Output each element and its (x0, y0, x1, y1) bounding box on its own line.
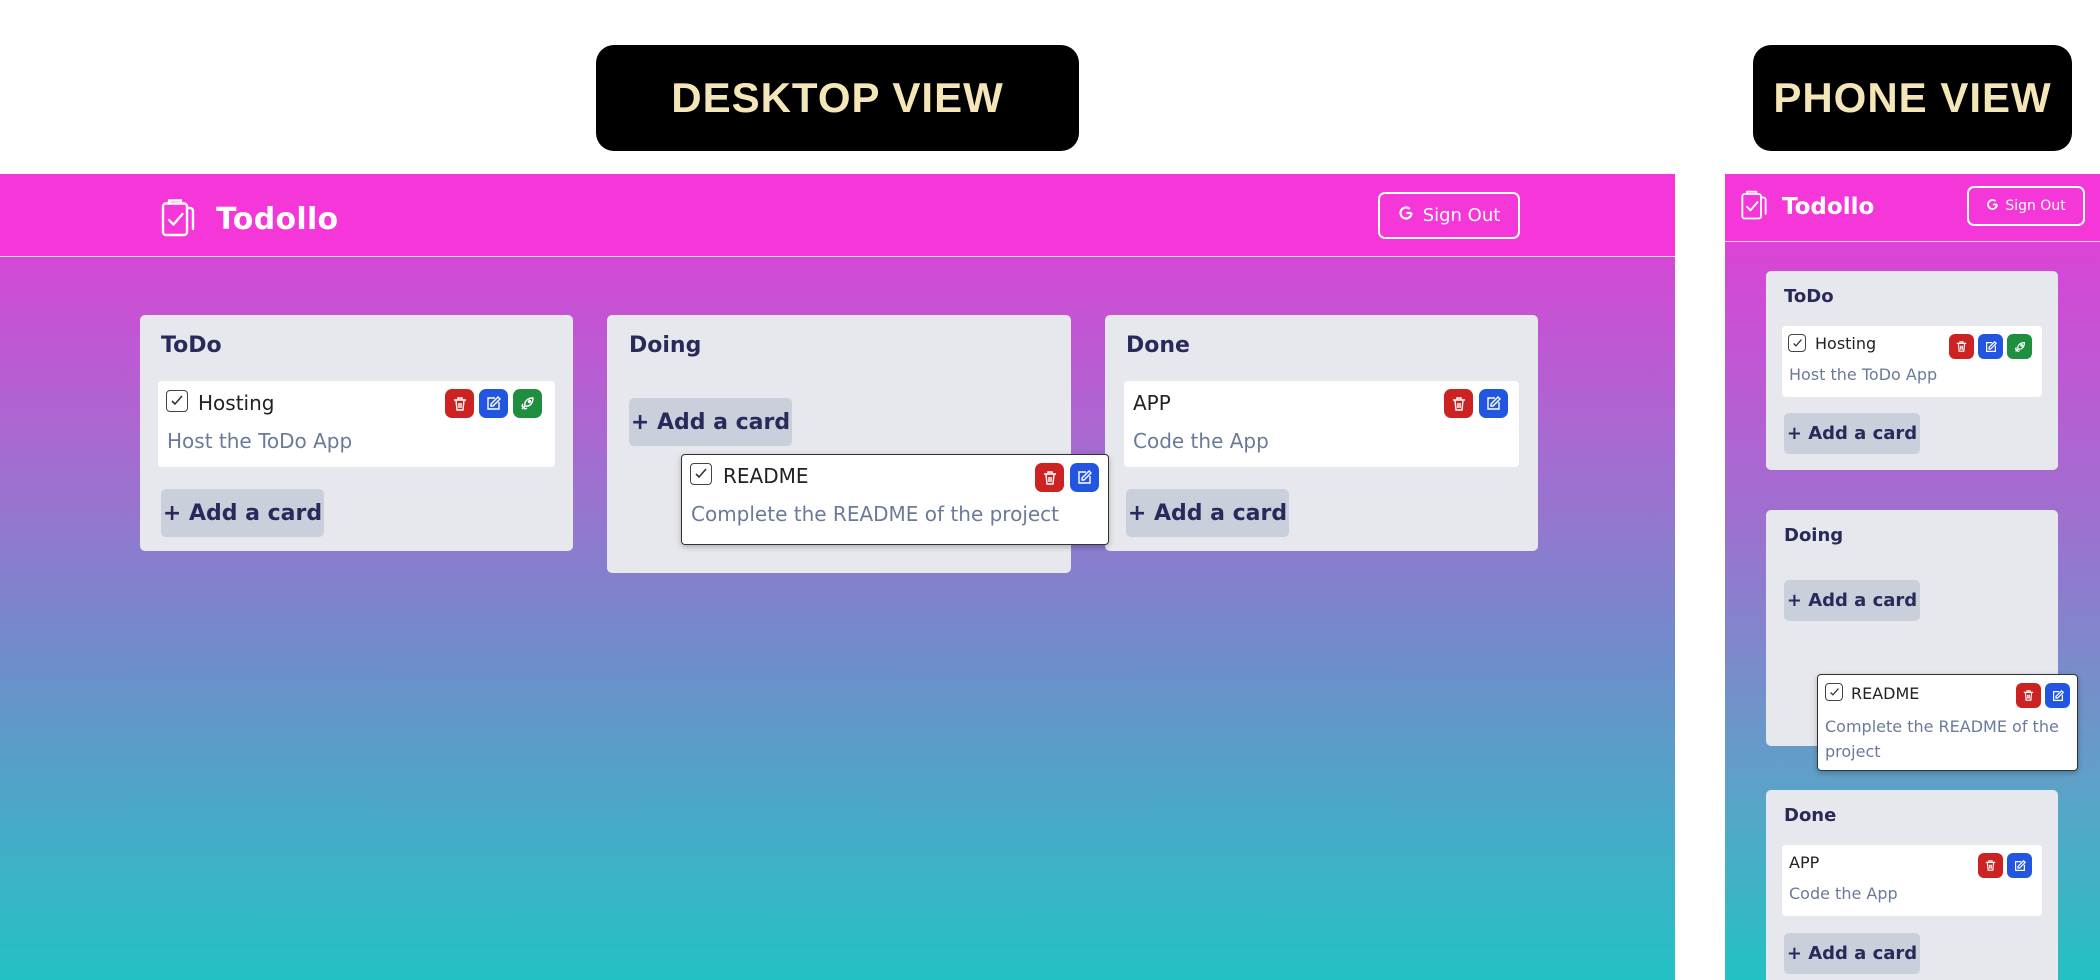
rocket-icon (2014, 341, 2025, 352)
sign-out-label: Sign Out (2005, 198, 2066, 214)
card-description: Complete the README of the project (1825, 717, 2059, 761)
delete-button[interactable] (1978, 853, 2003, 878)
column-title: ToDo (1784, 286, 1834, 307)
desktop-screen: Todollo Sign Out ToDo Hosting Host the T… (0, 174, 1675, 980)
add-card-button[interactable]: + Add a card (161, 489, 324, 537)
google-icon (1398, 205, 1414, 226)
edit-button[interactable] (2045, 683, 2070, 708)
trash-icon (1452, 396, 1465, 411)
google-icon (1986, 198, 1999, 215)
add-card-button[interactable]: + Add a card (1784, 933, 1920, 974)
task-card[interactable]: APP Code the App (1782, 845, 2042, 916)
dragging-task-card[interactable]: README Complete the README of the projec… (1817, 674, 2078, 771)
card-description: Complete the README of the project (691, 502, 1060, 526)
edit-icon (2052, 689, 2064, 701)
showcase: DESKTOP VIEW PHONE VIEW Todollo Sign Out… (0, 0, 2100, 980)
trash-icon (2023, 690, 2034, 701)
add-card-button[interactable]: + Add a card (629, 398, 792, 446)
checkbox-icon[interactable] (166, 390, 188, 412)
checkbox-icon[interactable] (1825, 683, 1843, 701)
clipboard-check-icon (160, 196, 196, 242)
trash-icon (1043, 470, 1056, 485)
column-todo: ToDo Hosting Host the ToDo App + Add a c… (140, 315, 573, 551)
phone-view-label: PHONE VIEW (1753, 45, 2072, 151)
column-title: ToDo (161, 333, 222, 358)
card-title: Hosting (1815, 334, 1877, 353)
column-todo: ToDo Hosting Host the ToDo App + Add a c… (1766, 271, 2058, 470)
delete-button[interactable] (445, 389, 474, 418)
edit-button[interactable] (1070, 463, 1099, 492)
add-card-button[interactable]: + Add a card (1784, 580, 1920, 621)
checkbox-icon[interactable] (690, 463, 712, 485)
sign-out-button[interactable]: Sign Out (1967, 186, 2085, 226)
edit-icon (1985, 340, 1997, 352)
card-description: Code the App (1789, 884, 1898, 903)
card-description: Code the App (1133, 429, 1269, 453)
clipboard-check-icon (1740, 188, 1768, 225)
navbar: Todollo Sign Out (1725, 174, 2100, 242)
card-title: README (1851, 684, 1920, 703)
card-title: APP (1789, 853, 1820, 872)
card-title: README (723, 464, 809, 488)
sign-out-label: Sign Out (1422, 205, 1501, 226)
task-card[interactable]: Hosting Host the ToDo App (158, 381, 555, 467)
deploy-button[interactable] (513, 389, 542, 418)
edit-button[interactable] (479, 389, 508, 418)
trash-icon (1985, 860, 1996, 871)
deploy-button[interactable] (2007, 334, 2032, 359)
dragging-task-card[interactable]: README Complete the README of the projec… (681, 454, 1109, 545)
column-title: Doing (1784, 525, 1844, 546)
card-title: APP (1133, 391, 1171, 415)
column-title: Done (1784, 805, 1837, 826)
edit-icon (1487, 396, 1501, 410)
column-done: Done APP Code the App + Add a card (1105, 315, 1538, 551)
column-title: Doing (629, 333, 702, 358)
phone-screen: Todollo Sign Out ToDo Hosting Host the T… (1725, 174, 2100, 980)
column-title: Done (1126, 333, 1190, 358)
add-card-button[interactable]: + Add a card (1784, 413, 1920, 454)
edit-icon (487, 396, 501, 410)
delete-button[interactable] (1035, 463, 1064, 492)
app-name: Todollo (216, 201, 339, 237)
card-description: Host the ToDo App (1789, 365, 1938, 384)
edit-icon (1078, 470, 1092, 484)
app-name: Todollo (1782, 193, 1875, 220)
navbar: Todollo Sign Out (0, 174, 1675, 257)
checkbox-icon[interactable] (1788, 334, 1806, 352)
task-card[interactable]: Hosting Host the ToDo App (1782, 326, 2042, 397)
task-card[interactable]: APP Code the App (1124, 381, 1519, 467)
desktop-view-label: DESKTOP VIEW (596, 45, 1079, 151)
add-card-button[interactable]: + Add a card (1126, 489, 1289, 537)
card-description: Host the ToDo App (167, 429, 353, 453)
column-done: Done APP Code the App + Add a card (1766, 790, 2058, 980)
rocket-icon (521, 397, 534, 410)
trash-icon (453, 396, 466, 411)
edit-icon (2014, 859, 2026, 871)
delete-button[interactable] (1444, 389, 1473, 418)
card-title: Hosting (198, 391, 275, 415)
trash-icon (1956, 341, 1967, 352)
sign-out-button[interactable]: Sign Out (1378, 192, 1520, 239)
edit-button[interactable] (1978, 334, 2003, 359)
brand[interactable]: Todollo (160, 196, 338, 242)
edit-button[interactable] (2007, 853, 2032, 878)
brand[interactable]: Todollo (1740, 188, 1874, 225)
delete-button[interactable] (2016, 683, 2041, 708)
delete-button[interactable] (1949, 334, 1974, 359)
edit-button[interactable] (1479, 389, 1508, 418)
